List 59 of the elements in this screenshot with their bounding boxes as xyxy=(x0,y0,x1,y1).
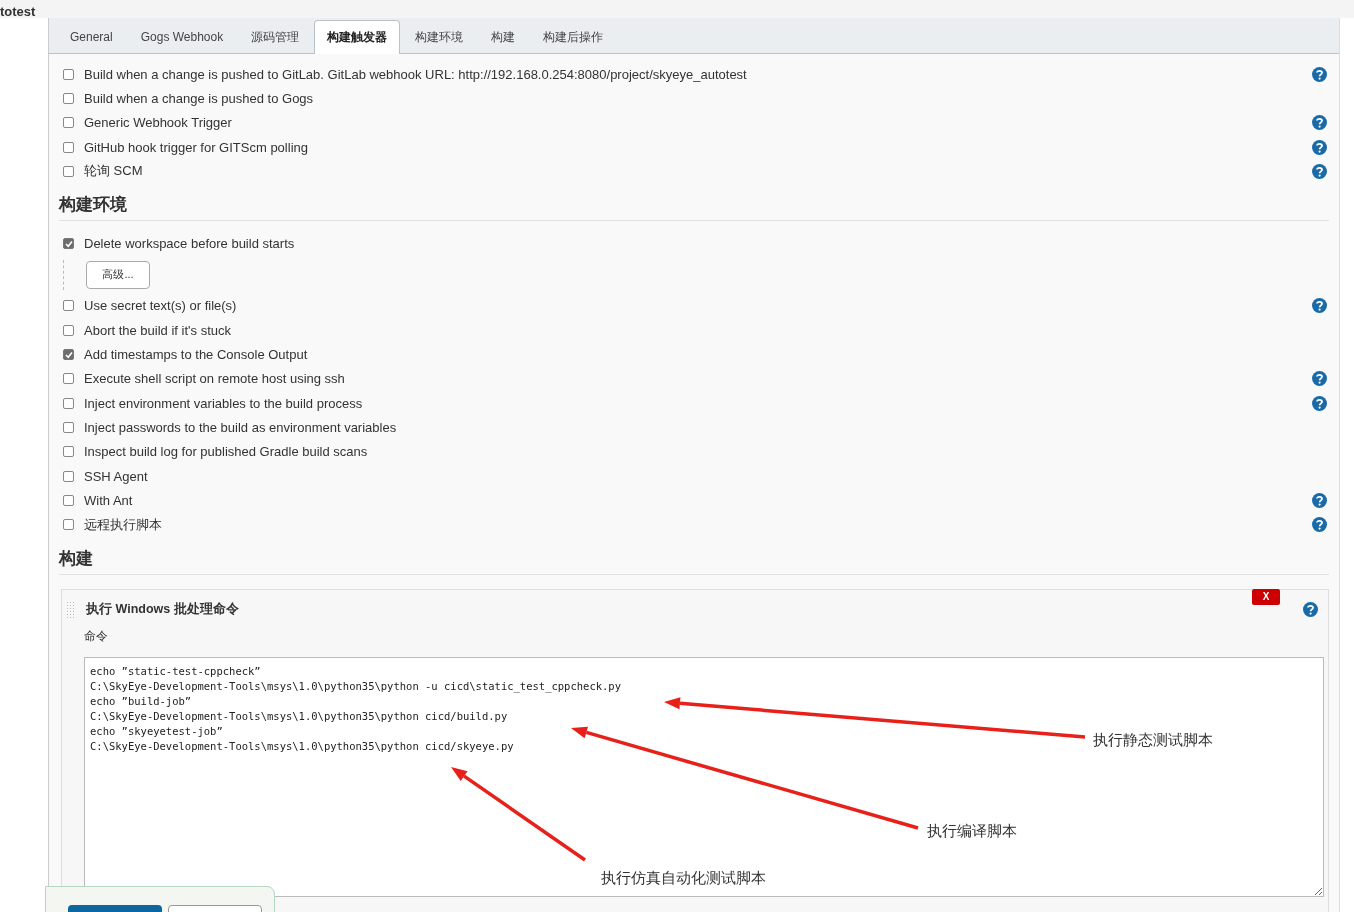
option-label: Inject environment variables to the build process xyxy=(84,395,364,411)
annotation-text: 执行编译脚本 xyxy=(927,822,1017,841)
checkbox[interactable] xyxy=(63,68,74,80)
checkbox[interactable] xyxy=(63,324,74,336)
help-icon[interactable] xyxy=(1312,66,1327,82)
option-label: Inject passwords to the build as environment variables xyxy=(84,419,398,435)
option-label: Add timestamps to the Console Output xyxy=(84,347,309,362)
checkbox[interactable] xyxy=(63,494,74,506)
checkbox[interactable] xyxy=(63,397,74,409)
option-label: Build when a change is pushed to Gogs xyxy=(84,90,315,106)
help-icon[interactable] xyxy=(1312,115,1327,131)
checkbox[interactable] xyxy=(63,300,74,312)
tab[interactable]: 构建触发器 xyxy=(314,20,401,54)
help-icon[interactable] xyxy=(1312,395,1327,411)
option-label: Use secret text(s) or file(s) xyxy=(84,298,238,314)
checkbox[interactable] xyxy=(63,519,74,531)
option-label: Build when a change is pushed to GitLab. GitLab webhook URL: http://192.168.0.254:8080/project/skyeye_autotest xyxy=(84,66,748,82)
tab[interactable]: 构建后操作 xyxy=(530,20,617,53)
step-title: 执行 Windows 批处理命令 xyxy=(86,601,240,619)
tab[interactable]: 构建 xyxy=(478,20,529,53)
option-label: SSH Agent xyxy=(84,468,149,484)
help-icon[interactable] xyxy=(1312,298,1327,314)
checkbox[interactable] xyxy=(63,165,74,177)
checkbox[interactable] xyxy=(63,117,74,129)
tab[interactable]: Gogs Webhook xyxy=(127,20,237,53)
option-label: Abort the build if it's stuck xyxy=(84,322,232,338)
breadcrumb-link[interactable]: totest xyxy=(0,6,36,18)
section-heading: 构建 xyxy=(59,546,1329,575)
checkbox[interactable] xyxy=(63,421,74,433)
tab[interactable]: 源码管理 xyxy=(238,20,313,53)
section-heading: 构建环境 xyxy=(59,193,1329,222)
option-label: GitHub hook trigger for GITScm polling xyxy=(84,139,309,155)
help-icon[interactable] xyxy=(1312,517,1327,533)
annotation-text: 执行静态测试脚本 xyxy=(1093,731,1213,750)
option-label: Inspect build log for published Gradle build scans xyxy=(84,444,369,460)
checkbox[interactable] xyxy=(63,446,74,458)
checkbox[interactable] xyxy=(63,470,74,482)
checkbox[interactable] xyxy=(63,373,74,385)
help-icon[interactable] xyxy=(1312,139,1327,155)
checkbox[interactable] xyxy=(63,238,74,250)
option-label: 轮询 SCM xyxy=(84,162,144,181)
delete-button[interactable]: X xyxy=(1252,588,1280,605)
checkbox[interactable] xyxy=(63,141,74,153)
checkbox[interactable] xyxy=(63,349,74,360)
help-icon[interactable] xyxy=(1312,492,1327,508)
advanced-button[interactable]: 高级... xyxy=(86,260,150,289)
help-icon[interactable] xyxy=(1312,371,1327,387)
field-label: 命令 xyxy=(84,627,109,645)
checkbox[interactable] xyxy=(63,92,74,104)
help-icon[interactable] xyxy=(1303,602,1318,618)
option-label: With Ant xyxy=(84,492,134,508)
option-label: Execute shell script on remote host using ssh xyxy=(84,371,346,387)
tab[interactable]: 构建环境 xyxy=(402,20,477,53)
annotation-text: 执行仿真自动化测试脚本 xyxy=(601,869,766,888)
help-icon[interactable] xyxy=(1312,163,1327,179)
option-label: 远程执行脚本 xyxy=(84,515,163,534)
option-label: Generic Webhook Trigger xyxy=(84,115,233,131)
tab[interactable]: General xyxy=(57,20,126,53)
option-label: Delete workspace before build starts xyxy=(84,236,296,252)
